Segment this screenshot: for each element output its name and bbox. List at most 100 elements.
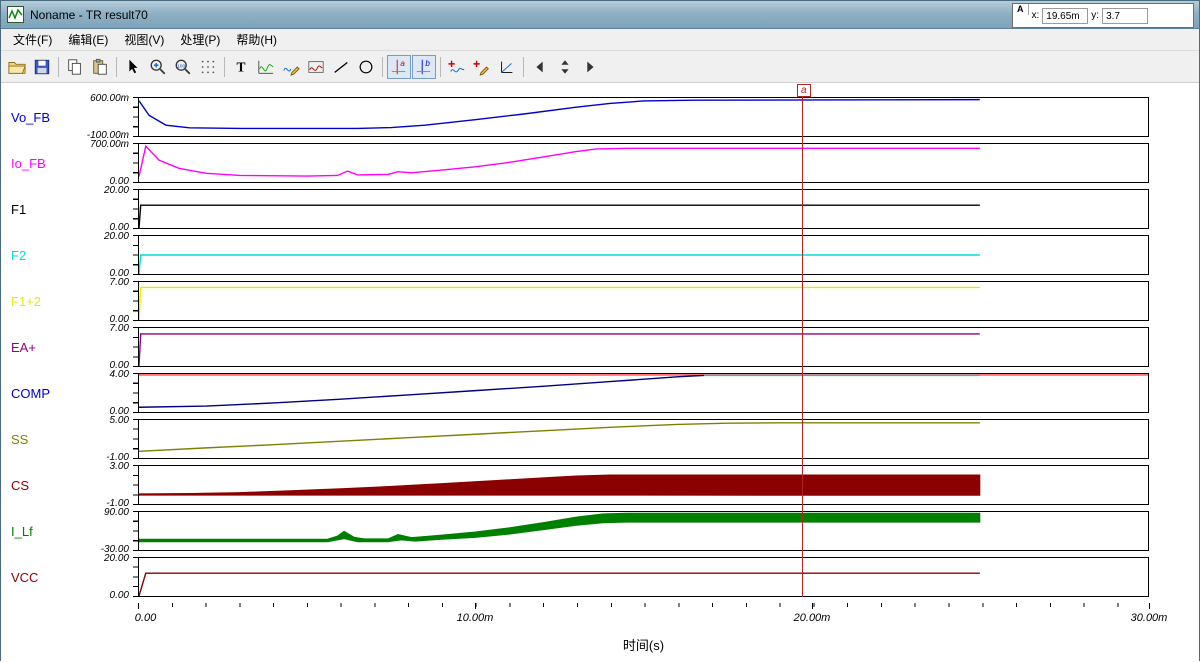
menu-item-1[interactable]: 编辑(E) <box>60 29 116 50</box>
menu-item-3[interactable]: 处理(P) <box>172 29 228 50</box>
zoom-100-icon: 100 <box>174 58 192 76</box>
waveform-svg-SS[interactable] <box>139 420 1148 458</box>
waveform-trace-VCC <box>139 573 980 596</box>
cursor-flag-a[interactable]: a <box>797 84 811 97</box>
waveform-svg-EA+[interactable] <box>139 328 1148 366</box>
readout-y-value[interactable]: 3.7 <box>1102 7 1149 24</box>
prev-cursor-button[interactable] <box>528 55 552 79</box>
y-axis-EA+: 7.00 0.00 <box>76 323 138 371</box>
waveform-trace-F1+2 <box>139 287 980 320</box>
waveform-svg-VCC[interactable] <box>139 558 1148 596</box>
copy-button[interactable] <box>63 55 87 79</box>
line-tool-button[interactable] <box>329 55 353 79</box>
plot-area-F2[interactable] <box>138 235 1149 275</box>
plot-area-CS[interactable] <box>138 465 1149 505</box>
cursor-line-a[interactable] <box>802 97 803 597</box>
grid-button[interactable] <box>196 55 220 79</box>
text-tool-button[interactable]: T <box>229 55 253 79</box>
angle-tool-button[interactable] <box>495 55 519 79</box>
plot-area-EA+[interactable] <box>138 327 1149 367</box>
plot-area-Io_FB[interactable] <box>138 143 1149 183</box>
signal-label-EA+[interactable]: EA+ <box>1 327 76 367</box>
signal-label-CS[interactable]: CS <box>1 465 76 505</box>
clip-wave-button[interactable] <box>304 55 328 79</box>
y-axis-F2: 20.00 0.00 <box>76 231 138 279</box>
toolbar: 100 Ta b <box>1 51 1199 83</box>
signal-label-F1+2[interactable]: F1+2 <box>1 281 76 321</box>
toolbar-separator <box>224 56 225 77</box>
waveform-svg-COMP[interactable] <box>139 374 1148 412</box>
waveform-panel-I_Lf: I_Lf 90.00 -30.00 <box>1 507 1199 555</box>
waveform-panel-EA+: EA+ 7.00 0.00 <box>1 323 1199 371</box>
menu-bar: 文件(F) 编辑(E) 视图(V) 处理(P) 帮助(H) <box>1 29 1199 51</box>
signal-label-F2[interactable]: F2 <box>1 235 76 275</box>
menu-item-4[interactable]: 帮助(H) <box>228 29 285 50</box>
waveform-svg-Vo_FB[interactable] <box>139 98 1148 136</box>
x-tick <box>138 603 139 609</box>
menu-item-2[interactable]: 视图(V) <box>116 29 172 50</box>
signal-label-Vo_FB[interactable]: Vo_FB <box>1 97 76 137</box>
x-axis-title: 时间(s) <box>622 638 665 653</box>
svg-text:100: 100 <box>177 63 185 69</box>
line-icon <box>332 58 350 76</box>
plot-area-SS[interactable] <box>138 419 1149 459</box>
waveform-svg-CS[interactable] <box>139 466 1148 504</box>
signal-label-F1[interactable]: F1 <box>1 189 76 229</box>
add-red-cursor-button[interactable] <box>445 55 469 79</box>
waveform-svg-I_Lf[interactable] <box>139 512 1148 550</box>
zoom-100-button[interactable]: 100 <box>171 55 195 79</box>
cursor-b-button[interactable]: b <box>412 54 436 79</box>
waveform-panel-Vo_FB: Vo_FB 600.00m -100.00m <box>1 93 1199 141</box>
save-button[interactable] <box>30 55 54 79</box>
signal-label-Io_FB[interactable]: Io_FB <box>1 143 76 183</box>
open-button[interactable] <box>5 55 29 79</box>
signal-label-SS[interactable]: SS <box>1 419 76 459</box>
y-max-label: 7.00 <box>109 323 129 334</box>
cursor-a-button[interactable]: a <box>387 54 411 79</box>
waveform-svg-F1[interactable] <box>139 190 1148 228</box>
signal-label-COMP[interactable]: COMP <box>1 373 76 413</box>
y-axis-Vo_FB: 600.00m -100.00m <box>76 93 138 141</box>
zoom-in-button[interactable] <box>146 55 170 79</box>
plot-area-F1+2[interactable] <box>138 281 1149 321</box>
readout-y-label: y: <box>1091 10 1100 21</box>
signal-label-I_Lf[interactable]: I_Lf <box>1 511 76 551</box>
next-cursor-button[interactable] <box>578 55 602 79</box>
waveform-panel-Io_FB: Io_FB 700.00m 0.00 <box>1 139 1199 187</box>
pointer-tool-button[interactable] <box>121 55 145 79</box>
readout-cursor-group-label: A <box>1017 4 1029 15</box>
add-point-button[interactable] <box>470 55 494 79</box>
cursor-spinner[interactable] <box>553 55 577 79</box>
grid-icon <box>199 58 217 76</box>
svg-text:T: T <box>236 59 245 74</box>
waveform-trace-EA+ <box>139 334 980 366</box>
y-max-label: 5.00 <box>109 415 129 426</box>
waveform-panel-CS: CS 3.00 -1.00 <box>1 461 1199 509</box>
waveform-panel-COMP: COMP 4.00 0.00 <box>1 369 1199 417</box>
x-tick-label: 20.00m <box>793 612 831 624</box>
circle-tool-button[interactable] <box>354 55 378 79</box>
plot-area-VCC[interactable] <box>138 557 1149 597</box>
signal-label-VCC[interactable]: VCC <box>1 557 76 597</box>
readout-x-value[interactable]: 19.65m <box>1042 7 1089 24</box>
y-max-label: 20.00 <box>103 231 129 242</box>
measure-wave-button[interactable] <box>254 55 278 79</box>
waveform-svg-Io_FB[interactable] <box>139 144 1148 182</box>
plot-area-I_Lf[interactable] <box>138 511 1149 551</box>
plot-area-COMP[interactable] <box>138 373 1149 413</box>
y-axis-CS: 3.00 -1.00 <box>76 461 138 509</box>
toolbar-separator <box>440 56 441 77</box>
waveform-trace-COMP <box>139 375 704 407</box>
wave-pencil-icon <box>282 58 300 76</box>
menu-item-0[interactable]: 文件(F) <box>5 29 60 50</box>
plot-area-Vo_FB[interactable] <box>138 97 1149 137</box>
waveform-svg-F1+2[interactable] <box>139 282 1148 320</box>
y-max-label: 7.00 <box>109 277 129 288</box>
plot-area-F1[interactable] <box>138 189 1149 229</box>
copy-page-button[interactable] <box>88 55 112 79</box>
save-icon <box>33 58 51 76</box>
waveform-panel-SS: SS 5.00 -1.00 <box>1 415 1199 463</box>
edit-wave-button[interactable] <box>279 55 303 79</box>
x-tick <box>474 603 476 609</box>
waveform-svg-F2[interactable] <box>139 236 1148 274</box>
